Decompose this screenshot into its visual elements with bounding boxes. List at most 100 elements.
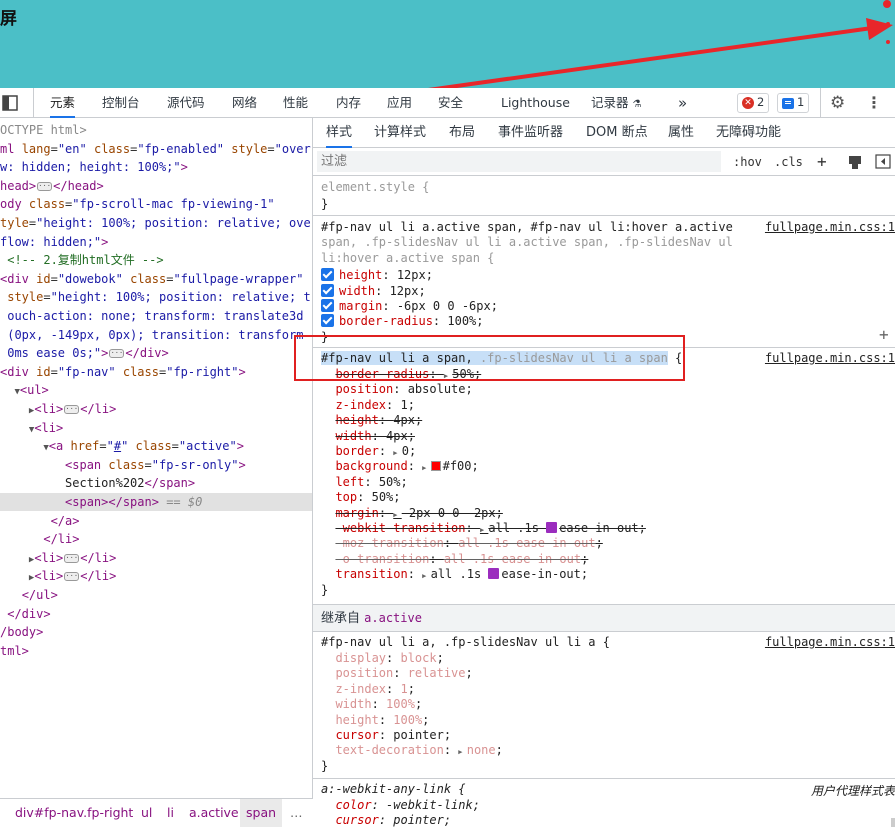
- dom-node-line[interactable]: <span class="fp-sr-only">: [0, 456, 312, 474]
- dom-node-line[interactable]: head> ··· </head>: [0, 177, 312, 195]
- dom-node-line[interactable]: <div id="fp-nav" class="fp-right">: [0, 363, 312, 381]
- tab-dom-breakpoints[interactable]: DOM 断点: [586, 118, 648, 148]
- inherited-from[interactable]: a.active: [364, 611, 422, 625]
- crumb-a-active[interactable]: a.active: [189, 799, 239, 827]
- tab-network[interactable]: 网络: [232, 88, 257, 118]
- css-declaration[interactable]: color: -webkit-link;: [321, 798, 480, 814]
- tab-elements[interactable]: 元素: [50, 88, 76, 118]
- css-declaration[interactable]: width: 4px;: [321, 429, 415, 445]
- scrollbar-edge[interactable]: [891, 818, 895, 827]
- more-tabs-icon[interactable]: »: [678, 88, 687, 118]
- checkbox-icon[interactable]: [321, 268, 334, 282]
- tab-memory[interactable]: 内存: [336, 88, 361, 118]
- tab-recorder[interactable]: 记录器 ⚗: [591, 88, 641, 118]
- dom-node-line[interactable]: ▶<li> ··· </li>: [0, 549, 312, 567]
- tab-styles[interactable]: 样式: [326, 118, 353, 148]
- css-declaration[interactable]: width: 12px;: [321, 283, 426, 300]
- checkbox-icon[interactable]: [321, 314, 334, 328]
- stylesheet-link[interactable]: fullpage.min.css:1: [765, 351, 895, 365]
- dom-node-line[interactable]: </ul>: [0, 586, 312, 604]
- checkbox-icon[interactable]: [321, 299, 334, 312]
- error-badge[interactable]: ✕ 2: [737, 93, 770, 113]
- dom-node-line[interactable]: Section%202</span>: [0, 474, 312, 492]
- dom-node-line[interactable]: ▶<li> ··· </li>: [0, 567, 312, 585]
- dom-node-line[interactable]: flow: hidden;">: [0, 233, 312, 251]
- dom-node-line[interactable]: ouch-action: none; transform: translate3…: [0, 307, 312, 325]
- more-options-icon[interactable]: ⋮: [866, 88, 882, 118]
- css-declaration[interactable]: height: 12px;: [321, 268, 433, 284]
- css-selector[interactable]: #fp-nav ul li a, .fp-slidesNav ul li a {: [321, 635, 610, 651]
- css-declaration[interactable]: width: 100%;: [321, 697, 422, 713]
- tab-security[interactable]: 安全: [438, 88, 463, 118]
- crumb-overflow[interactable]: …: [290, 799, 303, 827]
- tab-computed[interactable]: 计算样式: [374, 118, 426, 148]
- css-declaration[interactable]: z-index: 1;: [321, 682, 415, 698]
- dom-node-line[interactable]: </li>: [0, 530, 312, 548]
- css-declaration[interactable]: height: 4px;: [321, 413, 422, 429]
- dom-node-line[interactable]: </div>: [0, 605, 312, 623]
- element-style-selector[interactable]: element.style {: [321, 180, 429, 196]
- dom-node-line[interactable]: <div id="dowebok" class="fullpage-wrappe…: [0, 270, 312, 288]
- css-declaration[interactable]: transition: ▶ all .1s ease-in-out;: [321, 567, 588, 585]
- dom-node-line[interactable]: tyle="height: 100%; position: relative; …: [0, 214, 312, 232]
- easing-editor-icon[interactable]: [488, 568, 500, 580]
- dom-node-selected[interactable]: <span></span> == $0: [0, 493, 312, 511]
- dom-node-line[interactable]: OCTYPE html>: [0, 121, 312, 139]
- css-declaration[interactable]: display: block;: [321, 651, 443, 667]
- tab-event-listeners[interactable]: 事件监听器: [498, 118, 563, 148]
- css-declaration[interactable]: top: 50%;: [321, 490, 400, 506]
- crumb-span[interactable]: span: [240, 799, 283, 827]
- dom-node-line[interactable]: </a>: [0, 512, 312, 530]
- css-selector[interactable]: span, .fp-slidesNav ul li a.active span,…: [321, 235, 733, 251]
- css-declaration[interactable]: cursor: pointer;: [321, 728, 451, 744]
- computed-styles-icon[interactable]: [848, 148, 862, 176]
- css-selector[interactable]: a:-webkit-any-link {: [321, 782, 466, 798]
- tab-accessibility[interactable]: 无障碍功能: [716, 118, 781, 148]
- tab-application[interactable]: 应用: [387, 88, 412, 118]
- dom-node-line[interactable]: ody class="fp-scroll-mac fp-viewing-1": [0, 195, 312, 213]
- tab-properties[interactable]: 属性: [668, 118, 694, 148]
- dom-node-line[interactable]: ▼<li>: [0, 419, 312, 437]
- dom-node-line[interactable]: ▶<li> ··· </li>: [0, 400, 312, 418]
- crumb-fp-nav[interactable]: div#fp-nav.fp-right: [15, 799, 133, 827]
- device-toggle-icon[interactable]: [0, 88, 22, 118]
- easing-editor-icon[interactable]: [546, 521, 558, 533]
- css-selector[interactable]: #fp-nav ul li a.active span, #fp-nav ul …: [321, 220, 733, 236]
- css-declaration[interactable]: cursor: pointer;: [321, 813, 451, 827]
- dom-node-line[interactable]: style="height: 100%; position: relative;…: [0, 288, 312, 306]
- tab-layout[interactable]: 布局: [449, 118, 475, 148]
- css-declaration[interactable]: border-radius: 100%;: [321, 314, 484, 330]
- toggle-sidebar-icon[interactable]: [875, 148, 891, 176]
- css-declaration[interactable]: margin: -6px 0 0 -6px;: [321, 299, 498, 315]
- dom-node-line[interactable]: (0px, -149px, 0px); transition: transfor…: [0, 326, 312, 344]
- css-declaration[interactable]: position: absolute;: [321, 382, 472, 398]
- dom-node-line[interactable]: ▼<ul>: [0, 381, 312, 399]
- css-declaration[interactable]: position: relative;: [321, 666, 472, 682]
- hov-toggle[interactable]: :hov: [733, 148, 762, 176]
- crumb-li[interactable]: li: [167, 799, 174, 827]
- dom-node-line[interactable]: w: hidden; height: 100%;">: [0, 158, 312, 176]
- dom-node-line[interactable]: 0ms ease 0s;"> ··· </div>: [0, 344, 312, 362]
- css-declaration[interactable]: z-index: 1;: [321, 398, 415, 414]
- new-rule-icon[interactable]: +: [817, 148, 827, 176]
- dom-node-line[interactable]: /body>: [0, 623, 312, 641]
- css-declaration[interactable]: -moz-transition: all .1s ease-in-out;: [321, 536, 602, 552]
- css-declaration[interactable]: left: 50%;: [321, 475, 407, 491]
- tab-sources[interactable]: 源代码: [167, 88, 205, 118]
- css-declaration[interactable]: text-decoration: ▶ none;: [321, 743, 502, 761]
- css-selector[interactable]: li:hover a.active span {: [321, 251, 494, 267]
- tab-console[interactable]: 控制台: [102, 88, 140, 118]
- tab-performance[interactable]: 性能: [283, 88, 308, 118]
- tab-lighthouse[interactable]: Lighthouse: [501, 88, 570, 118]
- checkbox-icon[interactable]: [321, 283, 334, 297]
- dom-node-line[interactable]: tml>: [0, 642, 312, 660]
- message-badge[interactable]: 1: [777, 93, 810, 113]
- dom-node-line[interactable]: ▼<a href="#" class="active">: [0, 437, 312, 455]
- dom-node-line[interactable]: ml lang="en" class="fp-enabled" style="o…: [0, 140, 312, 158]
- add-declaration-icon[interactable]: +: [879, 326, 889, 344]
- stylesheet-link[interactable]: fullpage.min.css:1: [765, 635, 895, 649]
- css-declaration[interactable]: height: 100%;: [321, 713, 429, 729]
- css-declaration[interactable]: -o-transition: all .1s ease-in-out;: [321, 552, 588, 568]
- dom-node-line[interactable]: <!-- 2.复制html文件 -->: [0, 251, 312, 269]
- stylesheet-link[interactable]: fullpage.min.css:1: [765, 220, 895, 234]
